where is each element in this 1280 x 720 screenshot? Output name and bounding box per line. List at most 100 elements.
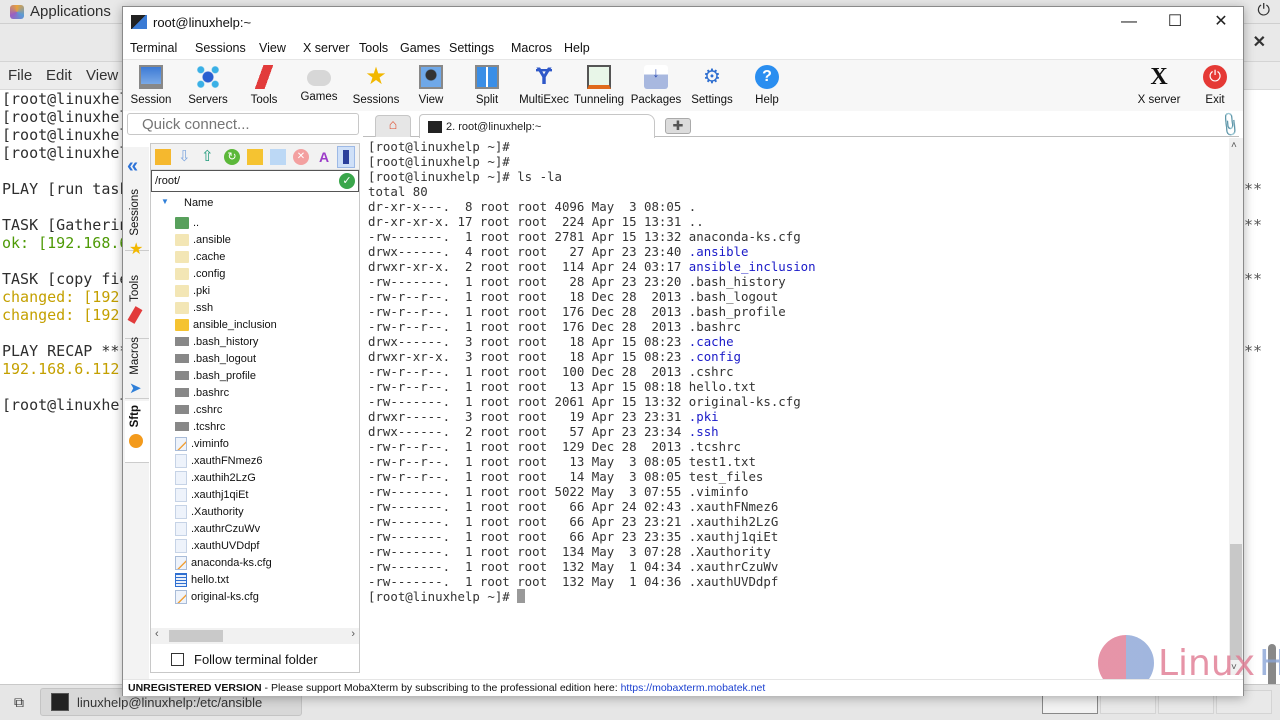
listing-meta: -rw-r--r--. 1 root root 13 May 3 08:05 xyxy=(368,454,689,469)
follow-terminal-folder-checkbox[interactable]: Follow terminal folder xyxy=(171,652,318,667)
terminal-listing-row: -rw-r--r--. 1 root root 176 Dec 28 2013 … xyxy=(368,304,816,319)
sftp-file-row[interactable]: .bashrc xyxy=(151,384,359,401)
power-icon[interactable]: ⏻ xyxy=(1257,2,1270,20)
sftp-file-row[interactable]: .bash_history xyxy=(151,333,359,350)
background-terminal-line: PLAY [run task xyxy=(2,180,129,198)
terminal-listing-row: -rw-r--r--. 1 root root 100 Dec 28 2013 … xyxy=(368,364,816,379)
listing-filename: .xauthUVDdpf xyxy=(688,574,779,589)
toolbar-servers-button[interactable]: Servers xyxy=(176,62,240,106)
sftp-file-row[interactable]: .pki xyxy=(151,282,359,299)
sftp-file-row[interactable]: .xauthrCzuWv xyxy=(151,520,359,537)
multiexec-icon: Ɏ xyxy=(535,63,552,90)
toolbar-session-button[interactable]: Session xyxy=(119,62,183,106)
sftp-horizontal-scrollbar[interactable]: ‹ › xyxy=(151,628,359,644)
sftp-file-row[interactable]: .cshrc xyxy=(151,401,359,418)
maximize-button[interactable]: ☐ xyxy=(1155,11,1195,33)
download-icon[interactable]: ⇩ xyxy=(178,149,194,165)
column-name-header[interactable]: Name xyxy=(184,197,213,209)
checkbox[interactable] xyxy=(171,653,184,666)
sftp-column-header[interactable]: ▼ Name xyxy=(151,194,359,212)
sftp-file-row[interactable]: .bash_logout xyxy=(151,350,359,367)
toolbar-help-button[interactable]: ? Help xyxy=(735,62,799,106)
toolbar-packages-button[interactable]: ↓ Packages xyxy=(624,62,688,106)
toolbar-tunneling-button[interactable]: Tunneling xyxy=(567,62,631,106)
tab-session-2[interactable]: 2. root@linuxhelp:~ xyxy=(419,114,655,138)
terminal-scrollbar[interactable]: ˄ ˅ xyxy=(1229,138,1243,675)
sftp-file-row[interactable]: .bash_profile xyxy=(151,367,359,384)
sftp-file-row[interactable]: original-ks.cfg xyxy=(151,588,359,605)
quick-connect-input[interactable] xyxy=(127,113,359,135)
sftp-file-row[interactable]: .tcshrc xyxy=(151,418,359,435)
rail-tab-sftp[interactable]: Sftp xyxy=(125,401,149,463)
menu-edit[interactable]: Edit xyxy=(46,67,72,84)
applications-menu[interactable]: Applications xyxy=(10,3,111,20)
toolbar-exit-button[interactable]: ⏻ Exit xyxy=(1183,62,1247,106)
terminal-listing-row: dr-xr-x---. 8 root root 4096 May 3 08:05… xyxy=(368,199,816,214)
parent-folder-icon[interactable] xyxy=(155,149,171,165)
sftp-file-row[interactable]: .xauthih2LzG xyxy=(151,469,359,486)
scroll-right-icon[interactable]: › xyxy=(351,628,355,640)
listing-meta: -rw-r--r--. 1 root root 100 Dec 28 2013 xyxy=(368,364,689,379)
menu-terminal[interactable]: Terminal xyxy=(130,41,177,55)
sftp-file-row[interactable]: .. xyxy=(151,214,359,231)
show-desktop-icon[interactable]: ⧉ xyxy=(8,691,30,713)
home-icon: ⌂ xyxy=(388,116,398,132)
rail-tab-tools[interactable]: Tools xyxy=(125,269,149,339)
follow-terminal-folder-label: Follow terminal folder xyxy=(194,652,318,667)
tab-home[interactable]: ⌂ xyxy=(375,115,411,137)
toolbar-x-server-button[interactable]: X X server xyxy=(1127,62,1191,106)
close-icon[interactable]: ✕ xyxy=(1253,32,1266,52)
terminal-area[interactable]: [root@linuxhelp ~]# [root@linuxhelp ~]# [r… xyxy=(363,138,1227,675)
scrollbar-thumb[interactable] xyxy=(169,630,223,642)
menu-sessions[interactable]: Sessions xyxy=(195,41,246,55)
refresh-icon[interactable]: ↻ xyxy=(224,149,240,165)
toggle-view-icon[interactable] xyxy=(337,146,355,168)
toolbar-games-button[interactable]: Games xyxy=(287,62,351,103)
menu-x-server[interactable]: X server xyxy=(303,41,350,55)
listing-filename: . xyxy=(688,199,697,214)
sftp-file-name: .config xyxy=(193,267,226,280)
sftp-file-row[interactable]: hello.txt xyxy=(151,571,359,588)
collapse-sidebar-icon[interactable]: « xyxy=(127,155,138,178)
scroll-left-icon[interactable]: ‹ xyxy=(155,628,159,640)
mobaxterm-window: root@linuxhelp:~ — ☐ ✕ Terminal Sessions… xyxy=(119,6,1280,696)
sftp-file-row[interactable]: .xauthUVDdpf xyxy=(151,537,359,554)
sftp-file-row[interactable]: .Xauthority xyxy=(151,503,359,520)
menu-file[interactable]: File xyxy=(8,67,32,84)
menu-settings[interactable]: Settings xyxy=(449,41,494,55)
listing-meta: -rw-r--r--. 1 root root 14 May 3 08:05 xyxy=(368,469,689,484)
new-file-icon[interactable] xyxy=(270,149,286,165)
mobatek-link[interactable]: https://mobaxterm.mobatek.net xyxy=(621,682,766,694)
rename-icon[interactable]: A xyxy=(316,149,332,165)
new-folder-icon[interactable] xyxy=(247,149,263,165)
sftp-file-row[interactable]: .xauthFNmez6 xyxy=(151,452,359,469)
sftp-file-row[interactable]: .viminfo xyxy=(151,435,359,452)
toolbar-view-button[interactable]: View xyxy=(399,62,463,106)
menu-games[interactable]: Games xyxy=(400,41,440,55)
menu-view[interactable]: View xyxy=(86,67,118,84)
listing-filename: original-ks.cfg xyxy=(688,394,801,409)
sftp-file-row[interactable]: .ssh xyxy=(151,299,359,316)
sftp-file-row[interactable]: .xauthj1qiEt xyxy=(151,486,359,503)
sftp-file-row[interactable]: ansible_inclusion xyxy=(151,316,359,333)
background-terminal-stars: ** xyxy=(1244,180,1263,198)
upload-icon[interactable]: ⇧ xyxy=(201,149,217,165)
toolbar-split-button[interactable]: Split xyxy=(455,62,519,106)
new-tab-button[interactable]: ✚ xyxy=(665,118,691,134)
menu-help[interactable]: Help xyxy=(564,41,590,55)
minimize-button[interactable]: — xyxy=(1109,11,1149,33)
sftp-file-row[interactable]: anaconda-ks.cfg xyxy=(151,554,359,571)
sftp-file-row[interactable]: .config xyxy=(151,265,359,282)
scroll-up-icon[interactable]: ˄ xyxy=(1231,140,1237,151)
menu-tools[interactable]: Tools xyxy=(359,41,388,55)
confirm-path-icon[interactable]: ✓ xyxy=(339,173,355,189)
delete-icon[interactable]: ✕ xyxy=(293,149,309,165)
terminal-output: [root@linuxhelp ~]# [root@linuxhelp ~]# [r… xyxy=(368,139,816,604)
sftp-file-row[interactable]: .cache xyxy=(151,248,359,265)
menu-view[interactable]: View xyxy=(259,41,286,55)
sftp-path-input[interactable]: /root/ ✓ xyxy=(151,170,359,192)
menu-macros[interactable]: Macros xyxy=(511,41,552,55)
sftp-file-row[interactable]: .ansible xyxy=(151,231,359,248)
terminal-listing-row: -rw-------. 1 root root 28 Apr 23 23:20 … xyxy=(368,274,816,289)
close-button[interactable]: ✕ xyxy=(1201,11,1241,33)
